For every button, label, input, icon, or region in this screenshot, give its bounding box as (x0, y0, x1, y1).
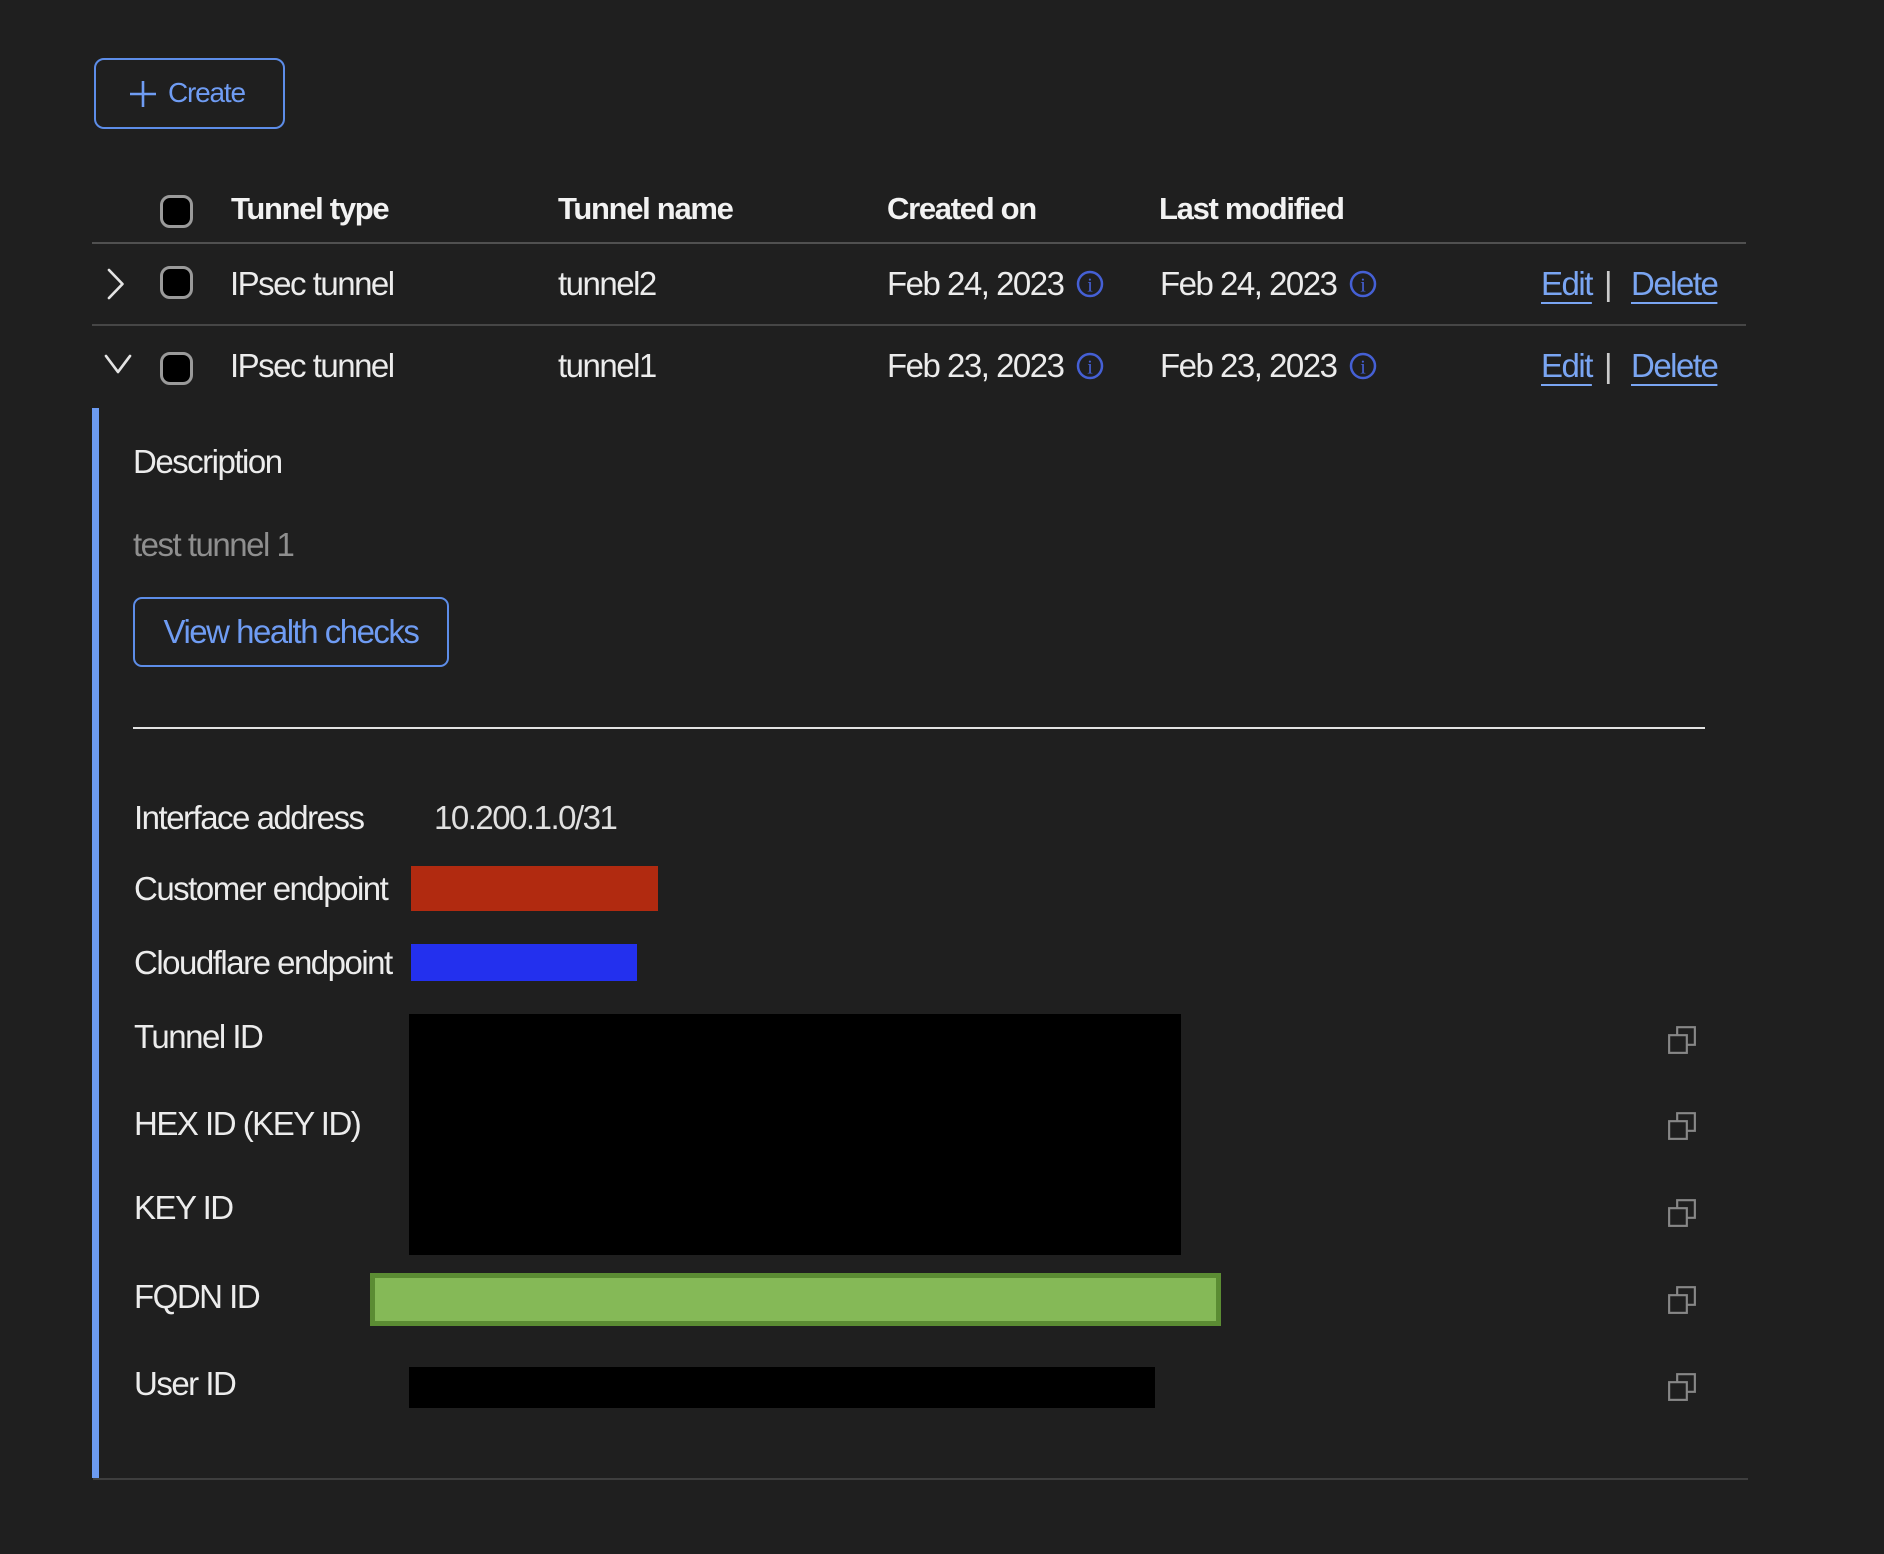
svg-text:i: i (1360, 275, 1366, 297)
svg-text:i: i (1087, 357, 1093, 379)
svg-text:i: i (1087, 275, 1093, 297)
svg-text:i: i (1360, 357, 1366, 379)
